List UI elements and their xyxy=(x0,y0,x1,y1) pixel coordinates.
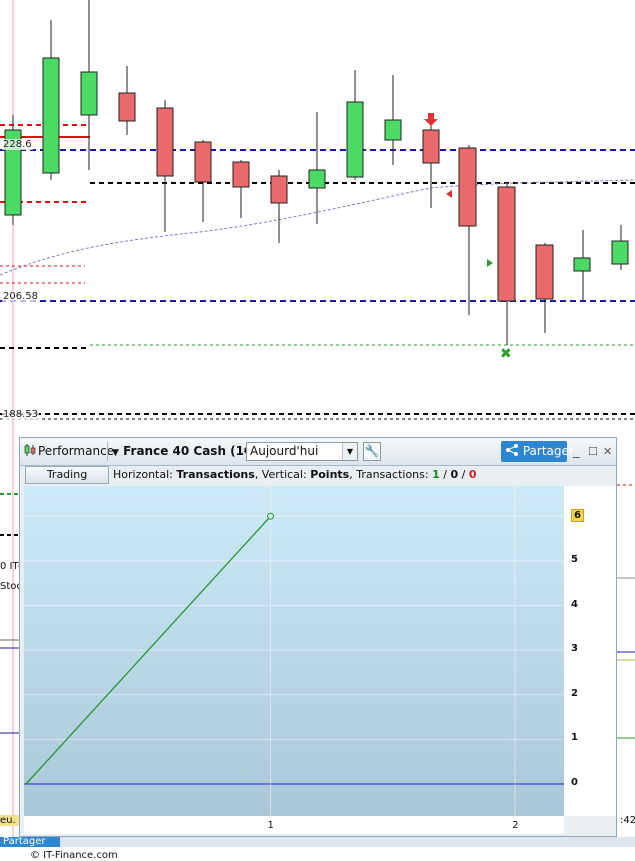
x-axis: 12 xyxy=(24,816,564,834)
performance-plot-svg xyxy=(24,486,564,816)
axis-info-text: , Vertical: xyxy=(254,468,307,481)
copyright-text: © IT-Finance.com xyxy=(30,850,118,861)
performance-title: Performance xyxy=(38,444,115,458)
y-tick-label: 5 xyxy=(571,553,578,565)
settings-wrench-button[interactable]: 🔧 xyxy=(363,442,381,461)
period-select[interactable]: Aujourd'hui ▼ xyxy=(246,442,358,461)
time-fragment-text: :42 xyxy=(620,815,635,826)
bottom-share-button[interactable]: Partager xyxy=(0,837,60,847)
price-level-label: 228.6 xyxy=(2,139,33,150)
performance-subbar: Trading manuel Horizontal: Transactions,… xyxy=(23,466,563,497)
y-tick-label: 3 xyxy=(571,643,578,655)
manual-trading-button[interactable]: Trading manuel xyxy=(25,466,109,497)
performance-toolbar: Performance ▼ France 40 Cash (1€) Aujour… xyxy=(20,438,616,466)
wrench-icon: 🔧 xyxy=(364,444,380,458)
y-tick-label: 6 xyxy=(571,509,584,523)
period-value: Aujourd'hui xyxy=(250,444,319,458)
y-tick-label: 0 xyxy=(571,777,578,788)
svg-text:✖: ✖ xyxy=(500,346,512,362)
instrument-selector[interactable]: ▼ France 40 Cash (1€) xyxy=(112,442,258,461)
toolbar-separator xyxy=(107,442,108,461)
separator-text: / xyxy=(443,468,447,481)
bottom-toolbar xyxy=(0,837,635,847)
performance-menu[interactable]: Performance xyxy=(24,442,114,461)
performance-window: Performance ▼ France 40 Cash (1€) Aujour… xyxy=(19,437,617,861)
price-level-label: 188.53 xyxy=(2,409,39,420)
share-button[interactable]: Partager xyxy=(501,441,574,462)
y-tick-label: 1 xyxy=(571,732,578,744)
axis-info-text: Horizontal: xyxy=(113,468,173,481)
y-axis: 6 5 4 3 2 1 0 xyxy=(564,486,616,816)
winning-count: 1 xyxy=(432,468,440,481)
share-label: Partager xyxy=(522,444,574,458)
price-level-label: 206.58 xyxy=(2,291,39,302)
horizontal-axis-value: Transactions xyxy=(176,468,255,481)
axis-info: Horizontal: Transactions, Vertical: Poin… xyxy=(113,466,476,484)
candle-icon xyxy=(24,444,36,456)
maximize-button[interactable]: ☐ xyxy=(588,442,598,461)
share-icon xyxy=(506,444,518,456)
axis-info-text: , Transactions: xyxy=(349,468,429,481)
close-button[interactable]: ✕ xyxy=(603,442,612,461)
data-point xyxy=(267,512,275,520)
separator-text: / xyxy=(461,468,466,481)
performance-plot: © IT-Finance.com xyxy=(24,486,564,861)
chevron-down-icon: ▼ xyxy=(342,443,357,460)
x-tick-label: 2 xyxy=(512,820,519,831)
minimize-button[interactable]: _ xyxy=(573,442,580,461)
vertical-axis-value: Points xyxy=(310,468,350,481)
neutral-count: 0 xyxy=(450,468,459,481)
x-tick-label: 1 xyxy=(267,820,274,831)
instrument-label: France 40 Cash (1€) xyxy=(123,444,258,458)
dropdown-arrow-icon: ▼ xyxy=(112,448,119,458)
losing-count: 0 xyxy=(468,468,477,481)
y-tick-label: 2 xyxy=(571,687,578,699)
y-tick-label: 4 xyxy=(571,598,578,610)
